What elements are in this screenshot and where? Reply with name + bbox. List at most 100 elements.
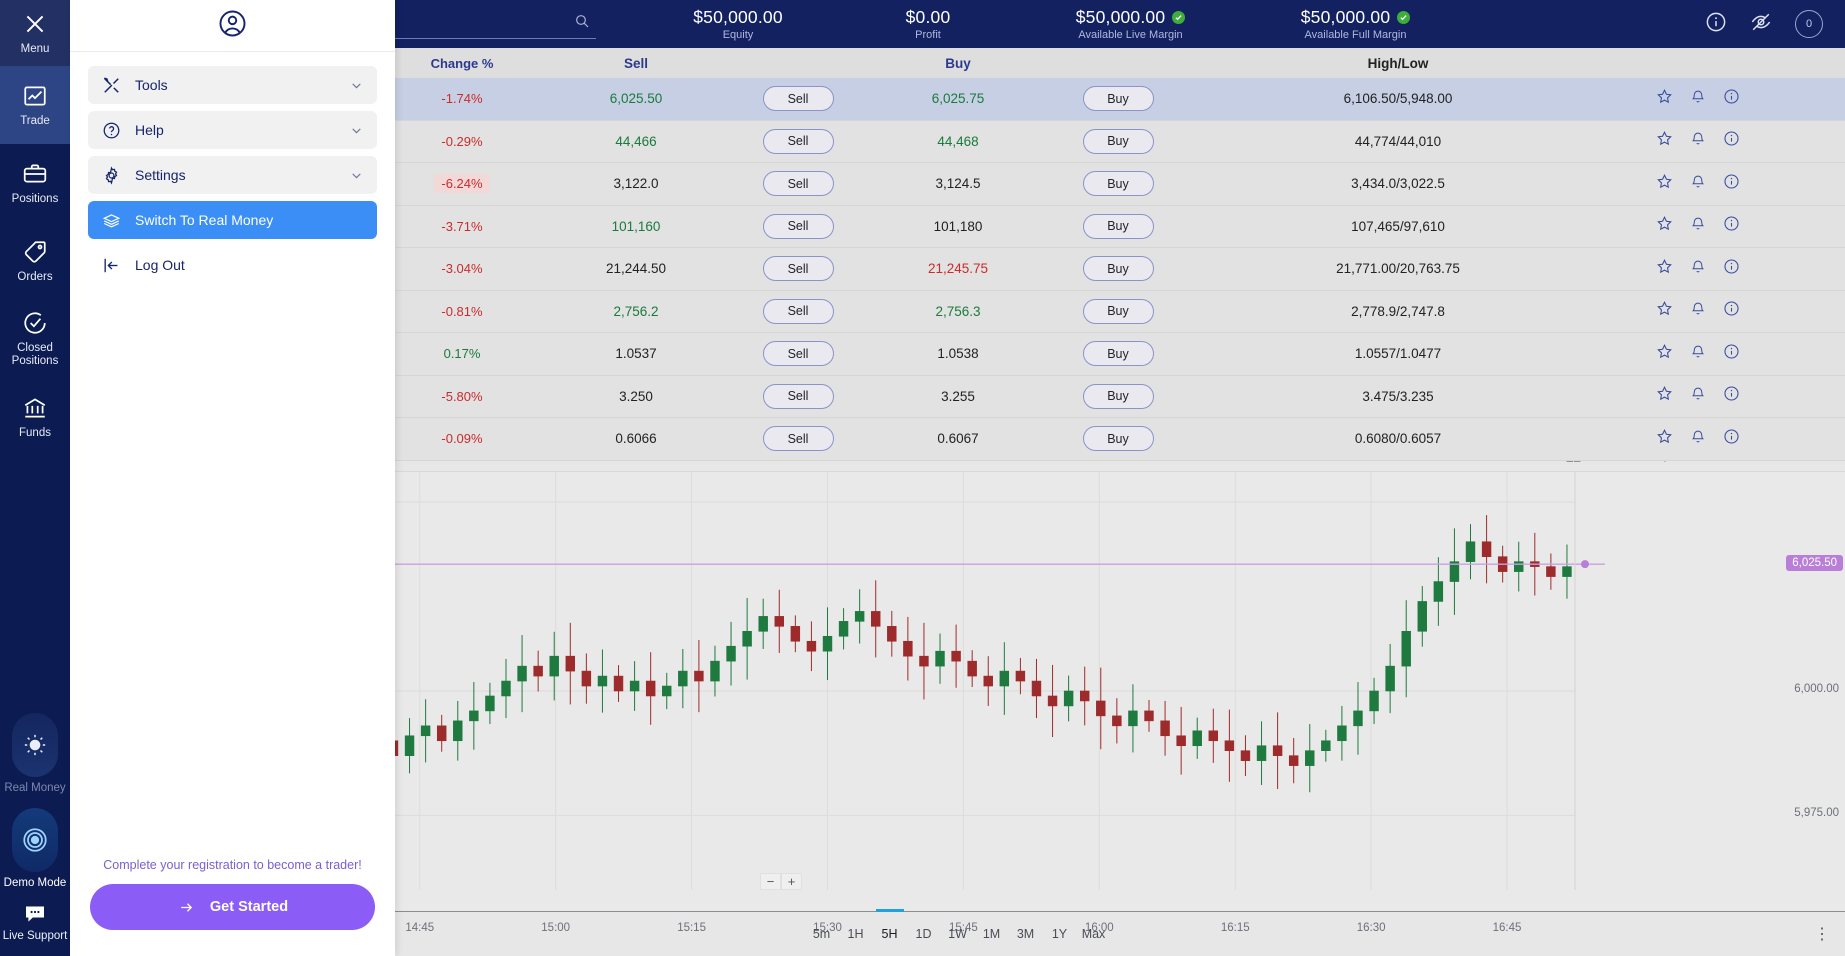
chart-zoom-controls: − + [760, 873, 802, 890]
stat-value: $50,000.00 [1300, 7, 1391, 27]
timeframe-1D[interactable]: 1D [907, 918, 941, 950]
star-icon[interactable] [1656, 385, 1673, 407]
star-icon[interactable] [1656, 173, 1673, 195]
topbar-icon-group: 0 [1705, 10, 1845, 38]
stat-available-full-margin: $50,000.00 Available Full Margin [1243, 7, 1468, 41]
menu-item-switch-to-real-money[interactable]: Switch To Real Money [88, 201, 377, 239]
buy-button[interactable]: Buy [1082, 213, 1154, 239]
bank-icon [24, 397, 46, 418]
stat-label: Profit [915, 29, 941, 41]
menu-item-help[interactable]: Help [88, 111, 377, 149]
info-circle-icon[interactable] [1723, 258, 1740, 280]
info-circle-icon[interactable] [1723, 385, 1740, 407]
buy-button[interactable]: Buy [1082, 171, 1154, 197]
bell-icon[interactable] [1690, 258, 1706, 280]
info-circle-icon[interactable] [1723, 300, 1740, 322]
timeframe-1Y[interactable]: 1Y [1043, 918, 1077, 950]
chevron-down-icon[interactable] [350, 169, 363, 182]
info-circle-icon[interactable] [1705, 11, 1727, 38]
bell-icon[interactable] [1690, 215, 1706, 237]
sell-button[interactable]: Sell [762, 256, 834, 282]
get-started-button[interactable]: Get Started [90, 884, 375, 930]
star-icon[interactable] [1656, 258, 1673, 280]
change-cell: 0.17% [370, 346, 554, 361]
timeframe-5m[interactable]: 5m [805, 918, 839, 950]
info-circle-icon[interactable] [1723, 173, 1740, 195]
timeframe-1W[interactable]: 1W [941, 918, 975, 950]
sell-button[interactable]: Sell [762, 86, 834, 112]
buy-button[interactable]: Buy [1082, 86, 1154, 112]
rail-item-trade[interactable]: Trade [0, 66, 70, 144]
chevron-down-icon[interactable] [350, 79, 363, 92]
change-value: -5.80% [441, 388, 483, 404]
bell-icon[interactable] [1690, 300, 1706, 322]
sell-button[interactable]: Sell [762, 128, 834, 154]
sell-button[interactable]: Sell [762, 341, 834, 367]
real-money-toggle[interactable] [12, 713, 58, 777]
sun-icon [24, 734, 46, 756]
info-circle-icon[interactable] [1723, 215, 1740, 237]
notification-badge[interactable]: 0 [1795, 10, 1823, 38]
menu-item-log-out[interactable]: Log Out [88, 246, 377, 284]
row-actions [1598, 173, 1758, 195]
sell-button[interactable]: Sell [762, 213, 834, 239]
rail-item-funds[interactable]: Funds [0, 378, 70, 456]
zoom-out-button[interactable]: − [760, 873, 781, 890]
rail-item-menu[interactable]: Menu [0, 0, 70, 66]
demo-mode-toggle[interactable] [12, 808, 58, 872]
rail-item-positions[interactable]: Positions [0, 144, 70, 222]
star-icon[interactable] [1656, 215, 1673, 237]
search-icon[interactable] [574, 13, 590, 34]
bell-icon[interactable] [1690, 130, 1706, 152]
eye-off-icon[interactable] [1749, 11, 1773, 38]
x-tick: 15:00 [541, 922, 571, 934]
menu-item-settings[interactable]: Settings [88, 156, 377, 194]
change-cell: -0.29% [370, 134, 554, 149]
change-value: -0.29% [441, 133, 483, 149]
notification-count: 0 [1805, 18, 1813, 30]
sell-button[interactable]: Sell [762, 171, 834, 197]
menu-item-tools[interactable]: Tools [88, 66, 377, 104]
buy-button[interactable]: Buy [1082, 298, 1154, 324]
bell-icon[interactable] [1690, 428, 1706, 450]
rail-item-closed-positions[interactable]: Closed Positions [0, 300, 70, 378]
live-support-button[interactable]: Live Support [3, 903, 67, 942]
bell-icon[interactable] [1690, 88, 1706, 110]
timeframe-Max[interactable]: Max [1077, 918, 1111, 950]
bell-icon[interactable] [1690, 173, 1706, 195]
star-icon[interactable] [1656, 300, 1673, 322]
star-icon[interactable] [1656, 88, 1673, 110]
chart-more-options[interactable]: ⋮ [1814, 924, 1831, 944]
buy-button[interactable]: Buy [1082, 256, 1154, 282]
buy-button[interactable]: Buy [1082, 128, 1154, 154]
timeframe-5H[interactable]: 5H [873, 909, 907, 950]
buy-button[interactable]: Buy [1082, 426, 1154, 452]
bell-icon[interactable] [1690, 343, 1706, 365]
sell-button[interactable]: Sell [762, 426, 834, 452]
info-circle-icon[interactable] [1723, 343, 1740, 365]
star-icon[interactable] [1656, 343, 1673, 365]
sell-button[interactable]: Sell [762, 383, 834, 409]
sell-button[interactable]: Sell [762, 298, 834, 324]
row-actions [1598, 300, 1758, 322]
buy-button[interactable]: Buy [1082, 341, 1154, 367]
bell-icon[interactable] [1690, 385, 1706, 407]
user-circle-icon[interactable] [217, 8, 248, 44]
timeframe-1H[interactable]: 1H [839, 918, 873, 950]
zoom-in-button[interactable]: + [781, 873, 802, 890]
timeframe-3M[interactable]: 3M [1009, 918, 1043, 950]
change-cell: -0.09% [370, 431, 554, 446]
timeframe-1M[interactable]: 1M [975, 918, 1009, 950]
panel-header [70, 0, 395, 52]
buy-button[interactable]: Buy [1082, 383, 1154, 409]
row-actions [1598, 385, 1758, 407]
info-circle-icon[interactable] [1723, 428, 1740, 450]
rail-item-orders[interactable]: Orders [0, 222, 70, 300]
star-icon[interactable] [1656, 130, 1673, 152]
star-icon[interactable] [1656, 428, 1673, 450]
info-circle-icon[interactable] [1723, 88, 1740, 110]
chevron-down-icon[interactable] [350, 124, 363, 137]
info-circle-icon[interactable] [1723, 130, 1740, 152]
stat-value: $50,000.00 [1075, 7, 1166, 27]
change-value: 0.17% [443, 346, 481, 362]
